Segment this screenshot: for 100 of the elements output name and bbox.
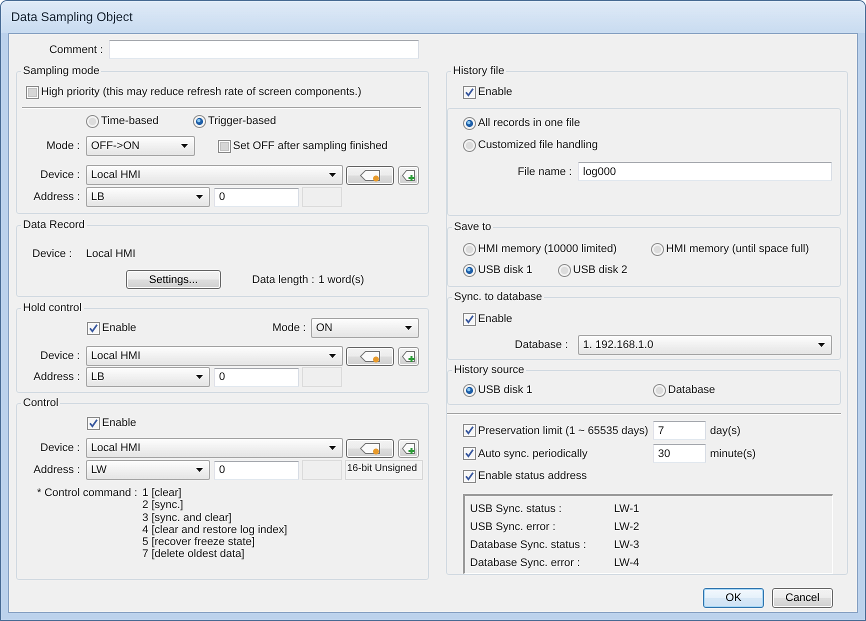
file-name-label: File name : bbox=[516, 164, 572, 178]
checkbox-label: Auto sync. periodically bbox=[478, 446, 588, 460]
group-title: Sampling mode bbox=[22, 64, 100, 78]
command-item: 3 [sync. and clear] bbox=[142, 512, 233, 524]
mode-dropdown[interactable]: OFF->ON bbox=[86, 136, 195, 156]
checkbox[interactable] bbox=[463, 447, 476, 460]
group-title: History file bbox=[452, 64, 506, 78]
checkbox[interactable] bbox=[463, 86, 476, 98]
mode-dropdown[interactable]: ON bbox=[311, 318, 419, 338]
checkbox[interactable] bbox=[26, 86, 39, 98]
database-label: Database : bbox=[514, 338, 568, 352]
radio-button[interactable] bbox=[558, 264, 571, 276]
tag-button[interactable] bbox=[346, 438, 394, 458]
device-dropdown[interactable]: Local HMI bbox=[86, 165, 343, 185]
checkbox[interactable] bbox=[87, 416, 100, 430]
settings-button[interactable]: Settings... bbox=[126, 270, 221, 289]
radio-button[interactable] bbox=[463, 116, 476, 130]
add-tag-button[interactable] bbox=[398, 346, 419, 366]
device-dropdown[interactable]: Local HMI bbox=[86, 346, 343, 366]
command-item: 1 [clear] bbox=[142, 487, 182, 500]
checkbox-label: Set OFF after sampling finished bbox=[233, 139, 388, 153]
address-field[interactable]: 0 bbox=[214, 460, 299, 480]
radio-button[interactable] bbox=[651, 242, 664, 256]
tag-icon bbox=[359, 350, 381, 362]
caret-icon bbox=[818, 343, 825, 347]
radio-button[interactable] bbox=[653, 384, 666, 396]
database-dropdown[interactable]: 1. 192.168.1.0 bbox=[578, 335, 832, 355]
status-address: LW-1 bbox=[614, 502, 640, 516]
caret-icon bbox=[196, 195, 203, 199]
caret-icon bbox=[329, 354, 336, 358]
radio-label: Customized file handling bbox=[478, 138, 598, 152]
device-label: Device : bbox=[39, 168, 80, 182]
checkbox-label: Enable bbox=[102, 416, 136, 430]
status-label: Database Sync. status : bbox=[470, 538, 588, 552]
checkbox-label: Enable bbox=[478, 312, 512, 326]
status-label: Database Sync. error : bbox=[470, 556, 582, 570]
device-dropdown[interactable]: Local HMI bbox=[86, 438, 343, 458]
checkbox-label: Preservation limit (1 ~ 65535 days) bbox=[478, 424, 648, 438]
number-field[interactable]: 30 bbox=[653, 444, 706, 463]
address-label: Address : bbox=[32, 463, 80, 477]
address-field[interactable]: 0 bbox=[214, 368, 299, 386]
checkbox[interactable] bbox=[463, 424, 476, 437]
number-field[interactable]: 7 bbox=[653, 421, 706, 440]
radio-label: HMI memory (10000 limited) bbox=[478, 242, 617, 256]
address-type-dropdown[interactable]: LB bbox=[86, 187, 210, 207]
unit-label: minute(s) bbox=[710, 446, 756, 460]
status-address: LW-3 bbox=[614, 538, 640, 552]
address-type-dropdown[interactable]: LW bbox=[86, 460, 210, 480]
data-type-field: 16-bit Unsigned bbox=[345, 460, 423, 480]
tag-plus-icon bbox=[401, 442, 416, 454]
radio-label: Database bbox=[668, 383, 716, 397]
radio-label: Time-based bbox=[101, 114, 159, 128]
add-tag-button[interactable] bbox=[398, 166, 419, 184]
address-label: Address : bbox=[32, 370, 80, 384]
radio-label: USB disk 1 bbox=[478, 263, 532, 277]
data-length-label: Data length : bbox=[252, 272, 314, 286]
address-extra-field bbox=[302, 367, 342, 387]
address-type-dropdown[interactable]: LB bbox=[86, 367, 210, 387]
window-title: Data Sampling Object bbox=[11, 10, 133, 24]
radio-button[interactable] bbox=[463, 384, 476, 396]
radio-label: USB disk 1 bbox=[478, 383, 532, 397]
group-title: History source bbox=[453, 363, 526, 377]
file-name-field[interactable]: log000 bbox=[578, 162, 832, 181]
tag-button[interactable] bbox=[346, 166, 394, 184]
checkbox-label: Enable status address bbox=[478, 469, 587, 483]
mode-label: Mode : bbox=[272, 321, 306, 335]
tag-button[interactable] bbox=[346, 346, 394, 366]
checkbox[interactable] bbox=[463, 312, 476, 326]
tag-plus-icon bbox=[401, 350, 416, 362]
address-field[interactable]: 0 bbox=[214, 188, 299, 206]
device-label: Device : bbox=[39, 441, 80, 455]
radio-button[interactable] bbox=[463, 242, 476, 256]
unit-label: day(s) bbox=[710, 424, 741, 438]
tag-icon bbox=[359, 168, 381, 182]
command-item: 5 [recover freeze state] bbox=[142, 536, 256, 548]
radio-label: USB disk 2 bbox=[573, 263, 628, 277]
radio-button[interactable] bbox=[193, 114, 206, 128]
device-value: Local HMI bbox=[86, 247, 136, 261]
checkbox-label: High priority (this may reduce refresh rate of screen components.) bbox=[41, 85, 362, 99]
group-title: Save to bbox=[453, 220, 492, 234]
checkbox[interactable] bbox=[87, 322, 100, 334]
cancel-button[interactable]: Cancel bbox=[772, 588, 833, 608]
mode-label: Mode : bbox=[45, 139, 80, 153]
caret-icon bbox=[196, 468, 203, 472]
tag-icon bbox=[359, 442, 381, 454]
radio-button[interactable] bbox=[463, 264, 476, 276]
checkbox[interactable] bbox=[463, 470, 476, 482]
group-title: Hold control bbox=[22, 301, 83, 315]
caret-icon bbox=[329, 446, 336, 450]
checkbox[interactable] bbox=[218, 140, 231, 152]
status-address: LW-2 bbox=[614, 520, 640, 534]
add-tag-button[interactable] bbox=[398, 438, 419, 458]
radio-label: Trigger-based bbox=[208, 114, 276, 128]
ok-button[interactable]: OK bbox=[703, 588, 764, 608]
radio-button[interactable] bbox=[463, 138, 476, 152]
comment-field[interactable] bbox=[109, 40, 419, 59]
command-label: * Control command : bbox=[37, 487, 138, 500]
device-label: Device : bbox=[31, 247, 72, 261]
radio-button[interactable] bbox=[86, 114, 99, 128]
command-item: 7 [delete oldest data] bbox=[142, 548, 246, 561]
